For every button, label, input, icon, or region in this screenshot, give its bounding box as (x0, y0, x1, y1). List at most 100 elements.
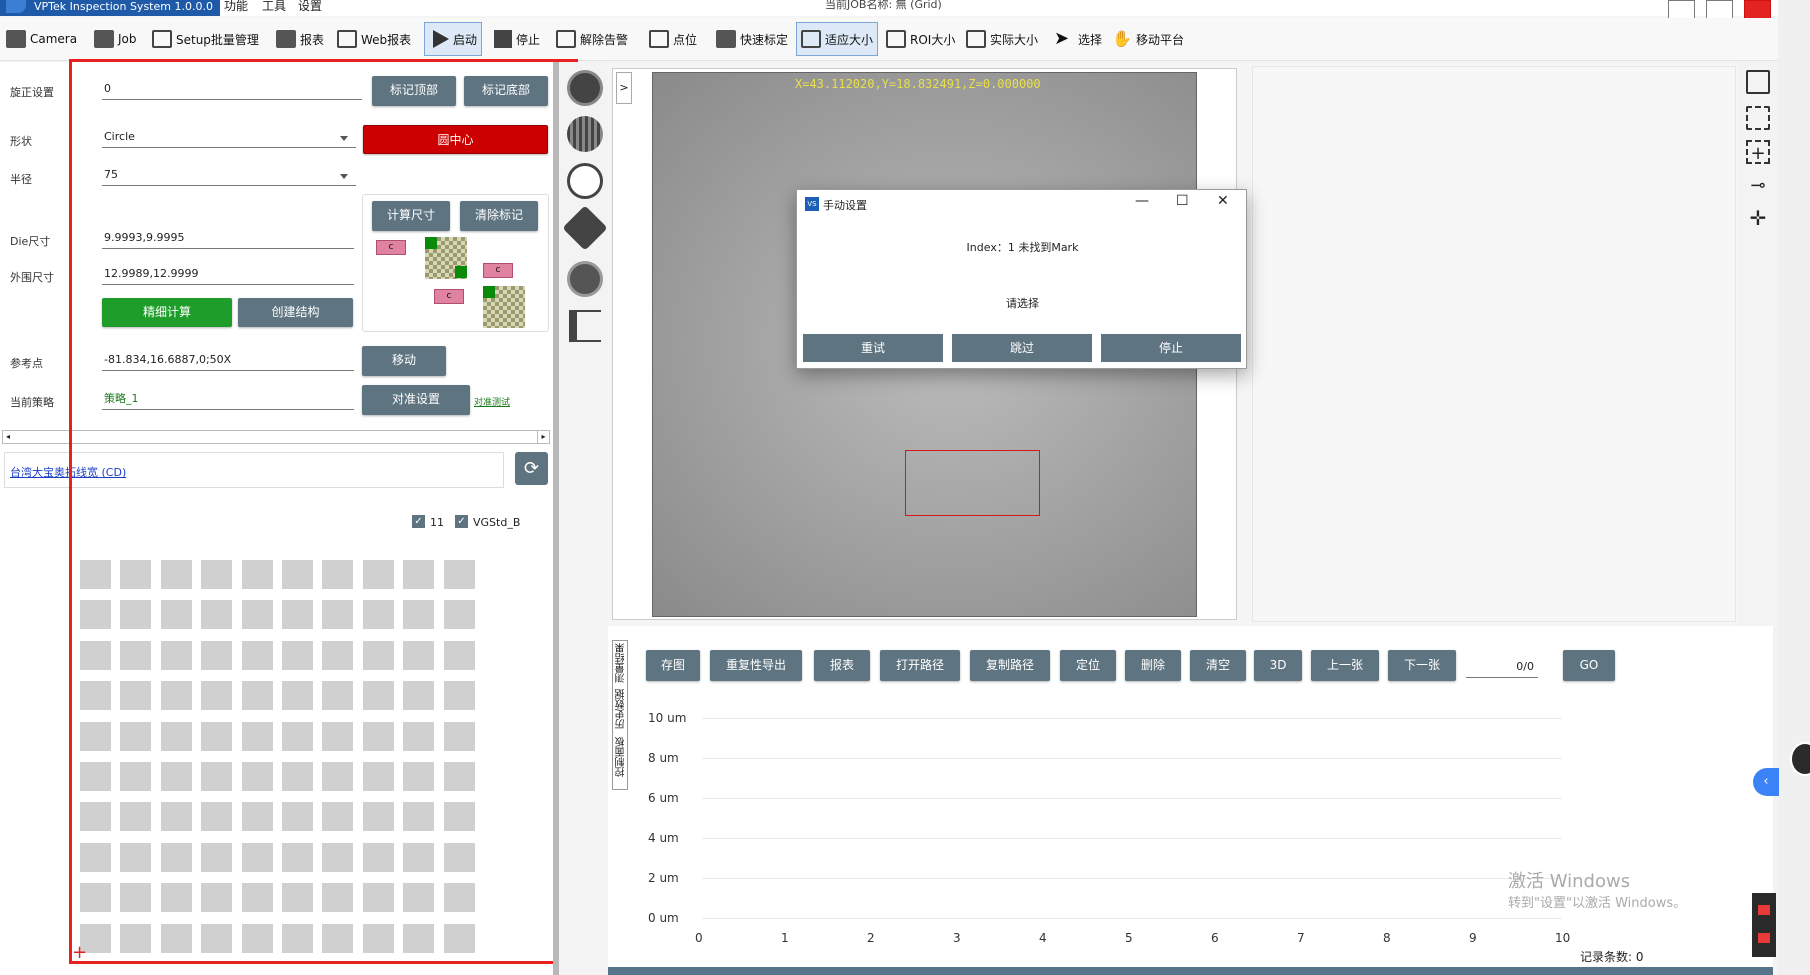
tab-control-panel[interactable]: 控制面板 (614, 737, 629, 777)
outer-size-input[interactable]: 12.9989,12.9999 (102, 265, 354, 285)
die-cell[interactable] (241, 842, 273, 872)
crosshair-icon[interactable]: ✛ (1746, 206, 1770, 230)
die-cell[interactable] (322, 640, 354, 670)
roi-rectangle[interactable] (905, 450, 1040, 516)
die-cell[interactable] (80, 600, 111, 630)
die-cell[interactable] (201, 600, 233, 630)
mark-bottom-button[interactable]: 标记底部 (464, 76, 548, 106)
create-structure-button[interactable]: 创建结构 (238, 298, 353, 327)
die-cell[interactable] (362, 600, 394, 630)
dialog-stop-button[interactable]: 停止 (1101, 334, 1241, 362)
die-cell[interactable] (282, 681, 313, 711)
die-cell[interactable] (282, 600, 313, 630)
checkbox-vgstd[interactable]: ✓ (455, 515, 468, 528)
die-cell[interactable] (241, 923, 273, 953)
die-cell[interactable] (80, 842, 111, 872)
die-cell[interactable] (160, 681, 192, 711)
die-cell[interactable] (322, 802, 354, 832)
die-cell[interactable] (241, 560, 273, 589)
open-path-button[interactable]: 打开路径 (880, 650, 960, 681)
die-cell[interactable] (362, 640, 394, 670)
dialog-close-button[interactable]: ✕ (1217, 193, 1229, 209)
die-cell[interactable] (322, 560, 354, 589)
fine-calc-button[interactable]: 精细计算 (102, 298, 232, 327)
die-cell[interactable] (120, 762, 152, 791)
die-cell[interactable] (403, 883, 435, 913)
move-platform-button[interactable]: ✋ 移动平台 (1112, 22, 1184, 56)
die-cell[interactable] (443, 802, 475, 832)
tab-history[interactable]: 历史数据 (614, 689, 629, 729)
report-button[interactable]: 报表 (276, 22, 324, 56)
select-button[interactable]: ➤ 选择 (1054, 22, 1102, 56)
die-cell[interactable] (403, 923, 435, 953)
mark-c-2[interactable]: c (483, 263, 513, 278)
die-cell[interactable] (160, 600, 192, 630)
die-cell[interactable] (201, 883, 233, 913)
die-cell[interactable] (80, 802, 111, 832)
die-cell[interactable] (80, 640, 111, 670)
3d-button[interactable]: 3D (1254, 650, 1302, 681)
grid-icon[interactable] (567, 116, 603, 152)
die-cell[interactable] (160, 560, 192, 589)
expand-panel-button[interactable]: > (616, 72, 632, 104)
align-test-link[interactable]: 对准测试 (474, 395, 510, 408)
die-cell[interactable] (80, 883, 111, 913)
web-report-button[interactable]: Web报表 (337, 22, 411, 56)
checklist-icon[interactable] (569, 310, 601, 342)
clear-mark-button[interactable]: 清除标记 (460, 201, 538, 231)
locate-button[interactable]: 定位 (1060, 650, 1116, 681)
die-cell[interactable] (80, 681, 111, 711)
die-cell[interactable] (282, 640, 313, 670)
die-cell[interactable] (362, 721, 394, 751)
scroll-right-icon[interactable]: ▸ (537, 431, 549, 443)
mark-c-3[interactable]: c (434, 289, 464, 304)
die-cell[interactable] (80, 721, 111, 751)
strategy-input[interactable]: 策略_1 (102, 390, 354, 410)
zoom-in-icon[interactable]: + (1746, 140, 1770, 164)
die-cell[interactable] (362, 762, 394, 791)
die-cell[interactable] (362, 681, 394, 711)
die-cell[interactable] (362, 560, 394, 589)
target-list-icon[interactable] (567, 163, 603, 199)
die-cell[interactable] (282, 721, 313, 751)
copy-path-button[interactable]: 复制路径 (970, 650, 1050, 681)
die-cell[interactable] (160, 762, 192, 791)
clear-button[interactable]: 清空 (1190, 650, 1246, 681)
die-cell[interactable] (282, 762, 313, 791)
dialog-minimize-button[interactable]: — (1135, 193, 1149, 209)
horizontal-scrollbar[interactable]: ◂ ▸ (2, 430, 550, 444)
die-cell[interactable] (443, 560, 475, 589)
die-cell[interactable] (120, 640, 152, 670)
die-cell[interactable] (120, 883, 152, 913)
die-cell[interactable] (120, 560, 152, 589)
die-cell[interactable] (322, 883, 354, 913)
retry-button[interactable]: 重试 (803, 334, 943, 362)
dialog-maximize-button[interactable]: ☐ (1176, 193, 1189, 209)
delete-button[interactable]: 删除 (1125, 650, 1181, 681)
die-cell[interactable] (201, 842, 233, 872)
die-cell[interactable] (201, 560, 233, 589)
actual-size-button[interactable]: 实际大小 (966, 22, 1038, 56)
die-cell[interactable] (443, 923, 475, 953)
roi-size-button[interactable]: ROI大小 (886, 22, 955, 56)
fit-size-button[interactable]: 适应大小 (796, 22, 879, 56)
die-cell[interactable] (443, 762, 475, 791)
die-cell[interactable] (201, 762, 233, 791)
die-cell[interactable] (241, 640, 273, 670)
point-button[interactable]: 点位 (649, 22, 697, 56)
folder-icon[interactable] (1758, 905, 1770, 915)
ref-point-input[interactable]: -81.834,16.6887,0;50X (102, 351, 354, 371)
circle-center-button[interactable]: 圆中心 (363, 125, 548, 154)
die-cell[interactable] (241, 802, 273, 832)
capture-icon[interactable] (567, 70, 603, 106)
dismiss-alarm-button[interactable]: 解除告警 (556, 22, 628, 56)
camera-button[interactable]: Camera (6, 22, 77, 56)
die-cell[interactable] (241, 762, 273, 791)
die-cell[interactable] (322, 762, 354, 791)
maximize-button[interactable] (1706, 0, 1733, 20)
die-cell[interactable] (160, 802, 192, 832)
die-cell[interactable] (443, 681, 475, 711)
die-cell[interactable] (443, 883, 475, 913)
die-cell[interactable] (241, 600, 273, 630)
die-cell[interactable] (241, 883, 273, 913)
